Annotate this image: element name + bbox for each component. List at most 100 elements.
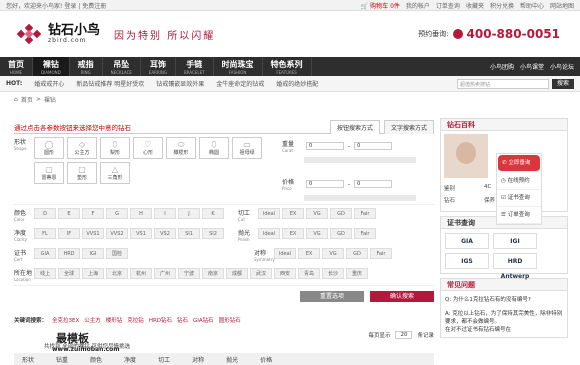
baike-link[interactable]: 鉴别 [444, 184, 484, 196]
help-link[interactable]: 帮助中心 [520, 1, 544, 10]
keyword-link[interactable]: HRD钻石 [149, 316, 172, 324]
col-polish[interactable]: 抛光 [226, 355, 238, 364]
nav-features[interactable]: 特色系列 FEATURES [263, 57, 312, 76]
cert-option[interactable]: IGI [82, 248, 104, 259]
col-color[interactable]: 颜色 [90, 355, 102, 364]
location-option[interactable]: 上海 [82, 268, 104, 279]
symmetry-option[interactable]: GD [346, 248, 368, 259]
col-cut[interactable]: 切工 [158, 355, 170, 364]
baike-link[interactable]: 钻石 [444, 196, 484, 208]
location-option[interactable]: 宁波 [178, 268, 200, 279]
symmetry-option[interactable]: EX [298, 248, 320, 259]
order-query-link[interactable]: 订单查询 [436, 1, 460, 10]
keyword-link[interactable]: GIA钻石 [193, 316, 214, 324]
cut-option[interactable]: EX [282, 208, 304, 219]
color-option[interactable]: I [154, 208, 176, 219]
col-symmetry[interactable]: 对称 [192, 355, 204, 364]
color-option[interactable]: F [82, 208, 104, 219]
cert-option[interactable]: HRD [58, 248, 80, 259]
shape-marquise[interactable]: ⬭ 橄榄形 [166, 137, 196, 159]
clarity-option[interactable]: FL [34, 228, 56, 239]
igi-logo[interactable]: IGI [493, 233, 537, 249]
confirm-search-button[interactable]: 确认搜索 [370, 291, 434, 302]
hot-link[interactable]: 婚戒的绝妙搭配 [276, 79, 318, 88]
hrd-logo[interactable]: HRD Antwerp [493, 253, 537, 280]
hot-link[interactable]: 金牛座命定的钻戒 [216, 79, 264, 88]
keyword-link[interactable]: 公主方 [84, 316, 101, 324]
location-option[interactable]: 长沙 [322, 268, 344, 279]
location-option[interactable]: 武汉 [250, 268, 272, 279]
location-option[interactable]: 青岛 [298, 268, 320, 279]
location-option[interactable]: 杭州 [130, 268, 152, 279]
gia-logo[interactable]: GIA [445, 233, 489, 249]
igs-logo[interactable]: IGS [445, 253, 489, 269]
symmetry-option[interactable]: VG [322, 248, 344, 259]
search-input[interactable]: 超值热卖搜钻 [457, 78, 549, 89]
faq-question[interactable]: Q: 为什么1克拉钻石有的没有编号? [445, 295, 563, 303]
shape-pear[interactable]: ⬯ 梨形 [100, 137, 130, 159]
color-option[interactable]: K [202, 208, 224, 219]
clarity-option[interactable]: VVS2 [106, 228, 128, 239]
location-option[interactable]: 重庆 [346, 268, 368, 279]
cut-option[interactable]: Fair [354, 208, 376, 219]
polish-option[interactable]: Ideal [258, 228, 280, 239]
location-option[interactable]: 全球 [58, 268, 80, 279]
keyword-link[interactable]: 克拉钻 [127, 316, 144, 324]
nav-bracelet[interactable]: 手链 BRACELET [176, 57, 214, 76]
cert-option[interactable]: 国检 [106, 248, 128, 259]
location-option[interactable]: 北京 [106, 268, 128, 279]
register-link[interactable]: 免费注册 [82, 3, 106, 10]
nav-ring[interactable]: 戒指 RING [70, 57, 103, 76]
shape-triangle[interactable]: △ 三角形 [100, 162, 130, 184]
cut-option[interactable]: GD [330, 208, 352, 219]
per-page-select[interactable]: 20 [395, 330, 413, 339]
shape-princess[interactable]: ◇ 公主方 [67, 137, 97, 159]
classroom-link[interactable]: 小鸟课堂 [520, 62, 544, 71]
hot-link[interactable]: 新品钻戒推荐 明星好受欢 [76, 79, 144, 88]
symmetry-option[interactable]: Ideal [274, 248, 296, 259]
keyword-link[interactable]: 圆形钻石 [219, 316, 241, 324]
logo[interactable]: 钻石小鸟 zbird.com [16, 23, 100, 45]
color-option[interactable]: J [178, 208, 200, 219]
clarity-option[interactable]: IF [58, 228, 80, 239]
my-account-link[interactable]: 我的帐户 [406, 1, 430, 10]
site-map-link[interactable]: 网站地图 [550, 1, 574, 10]
cert-option[interactable]: GIA [34, 248, 56, 259]
col-price[interactable]: 价格 [260, 355, 272, 364]
clarity-option[interactable]: VS2 [154, 228, 176, 239]
col-carat[interactable]: 钻重 [56, 355, 68, 364]
color-option[interactable]: D [34, 208, 56, 219]
appointment-button[interactable]: ◷ 在线预约 [497, 173, 541, 190]
favorites-link[interactable]: 收藏夹 [466, 1, 484, 10]
reset-button[interactable]: 重置选项 [300, 291, 364, 302]
login-link[interactable]: 登录 [64, 3, 76, 10]
clarity-option[interactable]: SI1 [178, 228, 200, 239]
points-link[interactable]: 积分兑换 [490, 1, 514, 10]
shape-radiant[interactable]: ▢ 雷蒂恩 [34, 162, 64, 184]
price-max-input[interactable]: 0 [354, 180, 393, 188]
color-option[interactable]: E [58, 208, 80, 219]
location-option[interactable]: 成都 [226, 268, 248, 279]
shape-cushion[interactable]: ▢ 垫形 [67, 162, 97, 184]
polish-option[interactable]: EX [282, 228, 304, 239]
polish-option[interactable]: GD [330, 228, 352, 239]
nav-necklace[interactable]: 吊坠 NECKLACE [103, 57, 141, 76]
location-option[interactable]: 西安 [274, 268, 296, 279]
location-option[interactable]: 南京 [202, 268, 224, 279]
weight-slider[interactable] [304, 157, 416, 163]
polish-option[interactable]: VG [306, 228, 328, 239]
nav-home[interactable]: 首页 HOME [0, 57, 33, 76]
shape-heart[interactable]: ♡ 心形 [133, 137, 163, 159]
location-option[interactable]: 广州 [154, 268, 176, 279]
weight-max-input[interactable]: 0 [354, 142, 393, 150]
clarity-option[interactable]: VS1 [130, 228, 152, 239]
shape-emerald[interactable]: ▭ 祖母绿 [232, 137, 262, 159]
tab-button-search[interactable]: 按钮搜索方式 [329, 119, 380, 134]
cut-option[interactable]: VG [306, 208, 328, 219]
color-option[interactable]: G [106, 208, 128, 219]
nav-diamond[interactable]: 裸钻 DIAMOND [33, 57, 70, 76]
consult-button[interactable]: ✆ 立即垂询 [498, 155, 540, 172]
cart-link[interactable]: 🛒 购物车 0件 [361, 1, 400, 10]
order-query-button[interactable]: ☰ 订单查询 [497, 207, 541, 224]
polish-option[interactable]: Fair [354, 228, 376, 239]
